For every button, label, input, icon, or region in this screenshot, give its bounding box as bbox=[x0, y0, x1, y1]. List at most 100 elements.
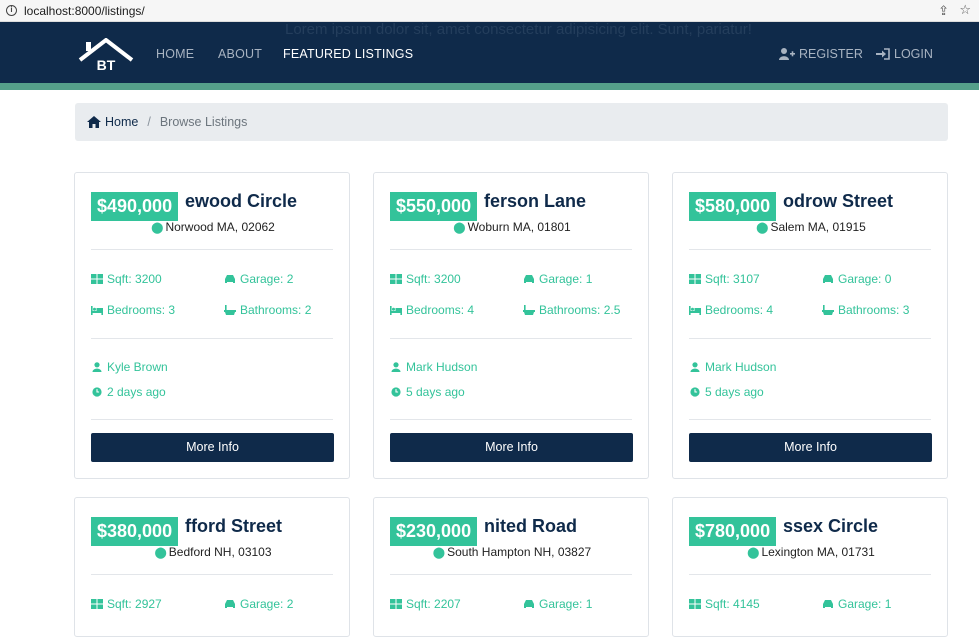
top-bar-text: Lorem ipsum dolor sit, amet consectetur … bbox=[285, 22, 752, 38]
listing-date: 5 days ago bbox=[390, 385, 465, 399]
listing-title[interactable]: ewood Circle bbox=[185, 191, 297, 212]
more-info-button[interactable]: More Info bbox=[689, 433, 932, 462]
map-marker-icon: ⬤ bbox=[747, 547, 760, 559]
map-marker-icon: ⬤ bbox=[453, 222, 466, 234]
breadcrumb-home-label: Home bbox=[105, 115, 139, 129]
th-large-icon bbox=[689, 274, 701, 284]
nav-register-link[interactable]: REGISTER bbox=[779, 47, 863, 61]
divider bbox=[689, 338, 931, 339]
breadcrumb-current: Browse Listings bbox=[159, 115, 248, 129]
clock-icon bbox=[391, 387, 401, 397]
map-marker-icon: ⬤ bbox=[151, 222, 164, 234]
listing-sqft: Sqft: 3200 bbox=[390, 272, 461, 286]
listing-bedrooms: Bedrooms: 4 bbox=[689, 303, 773, 317]
share-icon[interactable]: ⇪ bbox=[938, 3, 949, 19]
logo[interactable]: BT bbox=[78, 38, 134, 72]
accent-strip bbox=[0, 83, 979, 90]
divider bbox=[689, 249, 931, 250]
listing-card: $550,000 ferson Lane ⬤ Woburn MA, 01801 S… bbox=[373, 172, 649, 479]
divider bbox=[390, 574, 632, 575]
listing-garage: Garage: 2 bbox=[224, 272, 293, 286]
clock-icon bbox=[92, 387, 102, 397]
map-marker-icon: ⬤ bbox=[756, 222, 769, 234]
listing-card: $230,000 nited Road ⬤ South Hampton NH, 0… bbox=[373, 497, 649, 637]
bed-icon bbox=[91, 306, 103, 315]
divider bbox=[390, 338, 632, 339]
bed-icon bbox=[689, 306, 701, 315]
listing-sqft: Sqft: 4145 bbox=[689, 597, 760, 611]
car-icon bbox=[823, 600, 833, 608]
listing-realtor: Mark Hudson bbox=[689, 360, 776, 374]
clock-icon bbox=[690, 387, 700, 397]
listing-garage: Garage: 1 bbox=[523, 597, 592, 611]
divider bbox=[91, 249, 333, 250]
divider bbox=[390, 419, 632, 420]
user-plus-icon bbox=[779, 48, 795, 60]
listing-realtor: Mark Hudson bbox=[390, 360, 477, 374]
car-icon bbox=[524, 275, 534, 283]
nav-login-link[interactable]: LOGIN bbox=[876, 47, 933, 61]
divider bbox=[91, 338, 333, 339]
more-info-button[interactable]: More Info bbox=[91, 433, 334, 462]
sign-in-icon bbox=[876, 48, 890, 60]
breadcrumb-separator: / bbox=[147, 115, 151, 129]
url-text[interactable]: localhost:8000/listings/ bbox=[24, 4, 145, 18]
user-icon bbox=[690, 362, 700, 372]
listing-location: ⬤ Woburn MA, 01801 bbox=[453, 220, 571, 234]
bath-icon bbox=[523, 305, 535, 315]
listing-bathrooms: Bathrooms: 2 bbox=[224, 303, 311, 317]
listing-title[interactable]: nited Road bbox=[484, 516, 577, 537]
listing-date: 2 days ago bbox=[91, 385, 166, 399]
car-icon bbox=[225, 275, 235, 283]
listing-location: ⬤ Lexington MA, 01731 bbox=[747, 545, 875, 559]
th-large-icon bbox=[390, 599, 402, 609]
th-large-icon bbox=[689, 599, 701, 609]
listing-sqft: Sqft: 3200 bbox=[91, 272, 162, 286]
bath-icon bbox=[224, 305, 236, 315]
listing-title[interactable]: ssex Circle bbox=[783, 516, 878, 537]
listing-title[interactable]: ferson Lane bbox=[484, 191, 586, 212]
listing-bathrooms: Bathrooms: 2.5 bbox=[523, 303, 620, 317]
listing-price: $230,000 bbox=[390, 517, 478, 546]
register-label: REGISTER bbox=[799, 47, 863, 61]
listing-bedrooms: Bedrooms: 3 bbox=[91, 303, 175, 317]
divider bbox=[91, 574, 333, 575]
divider bbox=[689, 419, 931, 420]
more-info-button[interactable]: More Info bbox=[390, 433, 633, 462]
listing-price: $580,000 bbox=[689, 192, 777, 221]
divider bbox=[91, 419, 333, 420]
listing-price: $780,000 bbox=[689, 517, 777, 546]
listing-card: $580,000 odrow Street ⬤ Salem MA, 01915 S… bbox=[672, 172, 948, 479]
listing-title[interactable]: odrow Street bbox=[783, 191, 893, 212]
listing-location: ⬤ South Hampton NH, 03827 bbox=[432, 545, 592, 559]
listing-bathrooms: Bathrooms: 3 bbox=[822, 303, 909, 317]
map-marker-icon: ⬤ bbox=[432, 547, 446, 559]
listing-realtor: Kyle Brown bbox=[91, 360, 168, 374]
listing-garage: Garage: 1 bbox=[822, 597, 891, 611]
map-marker-icon: ⬤ bbox=[154, 547, 167, 559]
listing-location: ⬤ Salem MA, 01915 bbox=[756, 220, 866, 234]
breadcrumb-home-link[interactable]: Home bbox=[87, 115, 138, 129]
listing-card: $490,000 ewood Circle ⬤ Norwood MA, 02062… bbox=[74, 172, 350, 479]
car-icon bbox=[225, 600, 235, 608]
listing-card: $380,000 fford Street ⬤ Bedford NH, 03103… bbox=[74, 497, 350, 637]
listing-sqft: Sqft: 2927 bbox=[91, 597, 162, 611]
browser-address-bar: i localhost:8000/listings/ ⇪ ☆ bbox=[0, 0, 979, 22]
listing-garage: Garage: 1 bbox=[523, 272, 592, 286]
logo-text: BT bbox=[97, 57, 116, 72]
listing-title[interactable]: fford Street bbox=[185, 516, 282, 537]
divider bbox=[390, 249, 632, 250]
divider bbox=[689, 574, 931, 575]
nav-featured-listings-link[interactable]: FEATURED LISTINGS bbox=[283, 47, 413, 61]
breadcrumb: Home / Browse Listings bbox=[75, 103, 948, 141]
nav-about-link[interactable]: ABOUT bbox=[218, 47, 262, 61]
th-large-icon bbox=[390, 274, 402, 284]
listing-price: $490,000 bbox=[91, 192, 179, 221]
nav-home-link[interactable]: HOME bbox=[156, 47, 194, 61]
listing-price: $380,000 bbox=[91, 517, 179, 546]
bookmark-star-icon[interactable]: ☆ bbox=[959, 2, 971, 18]
listing-location: ⬤ Norwood MA, 02062 bbox=[151, 220, 275, 234]
user-icon bbox=[92, 362, 102, 372]
listing-date: 5 days ago bbox=[689, 385, 764, 399]
info-icon[interactable]: i bbox=[6, 5, 17, 16]
